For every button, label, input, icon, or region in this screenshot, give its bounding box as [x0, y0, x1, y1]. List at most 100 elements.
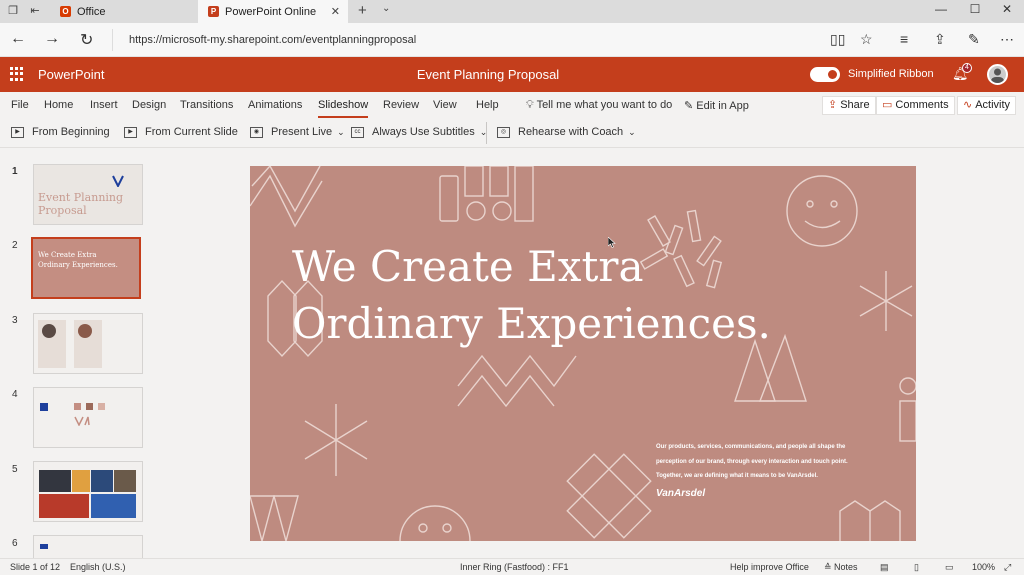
slideshow-view-icon[interactable]: ▭ — [945, 562, 954, 573]
share-button[interactable]: ⇪ Share — [822, 96, 876, 115]
address-bar: ← → ↻ https://microsoft-my.sharepoint.co… — [0, 23, 1024, 57]
web-note-icon[interactable]: ✎ — [968, 31, 980, 48]
subtitles-icon: cc — [351, 126, 364, 138]
slide-body-line: perception of our brand, through every i… — [656, 458, 848, 465]
share-icon[interactable]: ⇪ — [934, 31, 946, 48]
tab-home[interactable]: Home — [44, 99, 73, 111]
vanarsdel-logo-icon — [74, 416, 90, 426]
avatar[interactable] — [987, 64, 1008, 85]
tab-review[interactable]: Review — [383, 99, 419, 111]
tab-insert[interactable]: Insert — [90, 99, 118, 111]
more-icon[interactable]: ⋯ — [1000, 31, 1014, 48]
slide-thumbnail-2[interactable]: We Create Extra Ordinary Experiences. — [31, 237, 141, 299]
current-slide[interactable]: We Create Extra Ordinary Experiences. Ou… — [250, 166, 916, 541]
close-tab-icon[interactable]: ✕ — [331, 5, 340, 18]
tab-view[interactable]: View — [433, 99, 457, 111]
play-current-icon: ▶ — [124, 126, 137, 138]
simplified-ribbon-toggle[interactable] — [810, 67, 840, 82]
refresh-icon[interactable]: ↻ — [80, 30, 93, 50]
tab-powerpoint-online[interactable]: P PowerPoint Online ✕ — [198, 0, 348, 23]
ring-info: Inner Ring (Fastfood) : FF1 — [460, 562, 569, 572]
thumbnail-number: 1 — [12, 166, 18, 177]
maximize-icon[interactable]: ☐ — [960, 2, 990, 16]
color-swatch — [86, 403, 93, 410]
vanarsdel-logo-icon — [112, 175, 124, 187]
photo — [72, 470, 90, 492]
activity-button[interactable]: ∿ Activity — [957, 96, 1017, 115]
notes-button[interactable]: ≙ Notes — [824, 562, 858, 573]
present-live-label: Present Live — [271, 126, 333, 138]
language-indicator[interactable]: English (U.S.) — [70, 562, 126, 572]
favorite-star-icon[interactable]: ☆ — [860, 31, 873, 48]
comments-button[interactable]: ▭ Comments — [876, 96, 955, 115]
pencil-icon: ✎ — [684, 100, 697, 112]
color-swatch — [74, 403, 81, 410]
lightbulb-icon: 💡︎ — [526, 99, 537, 111]
forward-icon[interactable]: → — [44, 30, 60, 48]
hub-icon[interactable]: ≡ — [900, 31, 908, 47]
tab-label: PowerPoint Online — [225, 5, 317, 18]
tell-me-search[interactable]: 💡︎ Tell me what you want to do — [526, 99, 672, 112]
tab-help[interactable]: Help — [476, 99, 499, 111]
logo-mark — [40, 544, 48, 549]
url-field[interactable]: https://microsoft-my.sharepoint.com/even… — [112, 29, 812, 51]
avatar — [42, 324, 56, 338]
slideshow-toolbar: ▶ From Beginning ▶ From Current Slide ◉ Pre… — [0, 118, 1024, 148]
chevron-down-icon: ⌄ — [628, 126, 636, 137]
always-use-subtitles-button[interactable]: cc Always Use Subtitles ⌄ — [351, 126, 487, 138]
slide-body-text[interactable]: Our products, services, communications, … — [656, 440, 896, 484]
slide-thumbnail-4[interactable] — [33, 387, 143, 448]
chevron-down-icon[interactable]: ⌄ — [382, 3, 390, 14]
set-aside-tabs-icon[interactable]: ⇤ — [28, 4, 42, 18]
thumbnail-number: 3 — [12, 315, 18, 326]
present-live-button[interactable]: ◉ Present Live ⌄ — [250, 126, 345, 138]
mouse-cursor-icon — [608, 237, 616, 248]
photo — [39, 470, 71, 492]
minimize-icon[interactable]: — — [926, 2, 956, 16]
from-beginning-label: From Beginning — [32, 126, 110, 138]
tab-slideshow[interactable]: Slideshow — [318, 99, 369, 118]
from-beginning-button[interactable]: ▶ From Beginning — [11, 126, 110, 138]
tab-office[interactable]: O Office — [50, 0, 198, 23]
reading-view-icon[interactable]: ▯ — [914, 562, 919, 573]
fit-to-window-icon[interactable]: ⤢ — [1004, 562, 1011, 573]
notes-label: Notes — [834, 562, 858, 572]
slide-counter: Slide 1 of 12 — [10, 562, 61, 572]
zoom-level[interactable]: 100% — [972, 562, 995, 572]
toggle-label: Simplified Ribbon — [848, 68, 934, 80]
edit-in-app-button[interactable]: ✎ Edit in App — [684, 99, 749, 112]
tab-actions-icon[interactable]: ❐ — [6, 4, 20, 18]
tab-design[interactable]: Design — [132, 99, 166, 111]
slide-logo: VanArsdel — [656, 488, 706, 499]
close-window-icon[interactable]: ✕ — [992, 2, 1022, 16]
thumbnail-number: 4 — [12, 389, 18, 400]
slide-thumbnail-6[interactable] — [33, 535, 143, 558]
thumbnail-number: 6 — [12, 538, 18, 549]
tab-transitions[interactable]: Transitions — [180, 99, 233, 111]
slide-thumbnail-5[interactable] — [33, 461, 143, 522]
comments-label: Comments — [895, 99, 949, 111]
notification-badge: 4 — [962, 63, 972, 73]
help-improve-office-link[interactable]: Help improve Office — [730, 562, 809, 572]
back-icon[interactable]: ← — [10, 30, 26, 48]
new-tab-icon[interactable]: + — [358, 2, 367, 19]
slide-heading[interactable]: We Create Extra Ordinary Experiences. — [292, 238, 771, 352]
photo — [39, 494, 89, 518]
reading-view-icon[interactable]: ▯▯ — [830, 31, 845, 48]
tab-file[interactable]: File — [11, 99, 29, 111]
from-current-slide-button[interactable]: ▶ From Current Slide — [124, 126, 238, 138]
color-swatch — [98, 403, 105, 410]
slide-thumbnail-1[interactable]: Event Planning Proposal — [33, 164, 143, 225]
thumbnail-number: 2 — [12, 240, 18, 251]
comment-icon: ▭ — [882, 99, 893, 111]
slide-thumbnail-3[interactable] — [33, 313, 143, 374]
thumbnail-title: Event Planning Proposal — [38, 191, 124, 217]
tab-label: Office — [77, 5, 106, 18]
normal-view-icon[interactable]: ▤ — [880, 562, 889, 573]
from-current-label: From Current Slide — [145, 126, 238, 138]
browser-tab-bar: ❐ ⇤ O Office P PowerPoint Online ✕ + ⌄ —… — [0, 0, 1024, 23]
rehearse-with-coach-button[interactable]: ◎ Rehearse with Coach ⌄ — [497, 126, 636, 138]
slide-body-line: Together, we are defining what it means … — [656, 473, 818, 479]
tab-animations[interactable]: Animations — [248, 99, 302, 111]
powerpoint-logo-icon: P — [208, 6, 219, 17]
